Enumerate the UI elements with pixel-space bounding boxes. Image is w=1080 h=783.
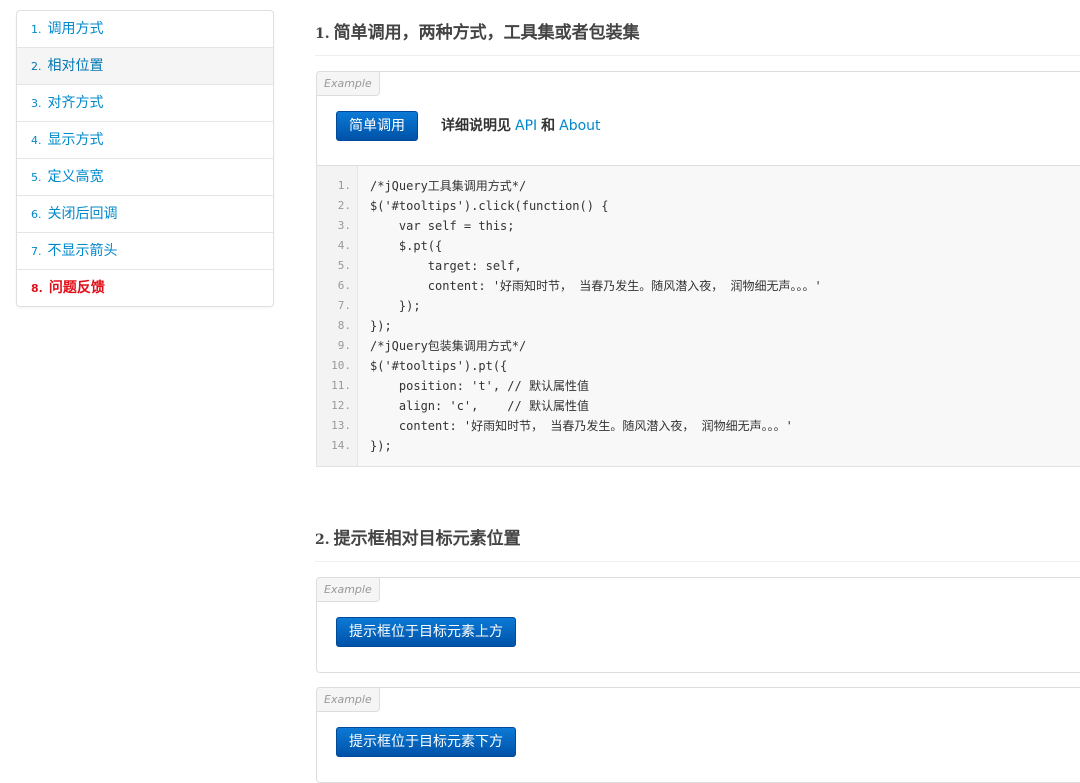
example-tag: Example [316, 687, 380, 712]
line-number: 9. [337, 339, 351, 352]
code-text: var self = this; [370, 219, 515, 233]
example-tag: Example [316, 577, 380, 602]
example-box-position-bottom: Example 提示框位于目标元素下方 [316, 687, 1080, 783]
sidebar-item-no-arrow[interactable]: 7. 不显示箭头 [17, 233, 273, 270]
section-title-text: 提示框相对目标元素位置 [333, 529, 521, 549]
section-num: 2. [315, 532, 330, 548]
tooltip-top-button[interactable]: 提示框位于目标元素上方 [336, 617, 516, 647]
sidebar-item-call-method[interactable]: 1. 调用方式 [17, 11, 273, 48]
sidebar-item-label: 相对位置 [47, 58, 104, 74]
sidebar-item-label: 调用方式 [47, 21, 104, 37]
line-number: 12. [331, 399, 351, 412]
line-number: 13. [331, 419, 351, 432]
code-text: $('#tooltips').click(function() { [370, 199, 609, 213]
code-text: }); [370, 319, 392, 333]
sidebar-item-label: 对齐方式 [47, 95, 104, 111]
code-text: }); [370, 299, 421, 313]
example-tag: Example [316, 71, 380, 96]
sidebar-item-num: 4. [31, 134, 42, 147]
code-block: 1. /*jQuery工具集调用方式*/ 2. $('#tooltips').clic… [316, 165, 1080, 467]
simple-call-button[interactable]: 简单调用 [336, 111, 418, 141]
description: 详细说明见 API 和 About [441, 115, 605, 135]
code-text: position: 't', // 默认属性值 [370, 379, 589, 393]
line-number: 3. [337, 219, 351, 232]
line-number: 10. [331, 359, 351, 372]
description-and: 和 [541, 118, 556, 134]
code-text: content: '好雨知时节， 当春乃发生。随风潜入夜， 润物细无声。。。' [370, 279, 822, 293]
sidebar-item-feedback[interactable]: 8. 问题反馈 [17, 270, 273, 306]
line-number: 5. [337, 259, 351, 272]
description-prefix: 详细说明见 [441, 118, 511, 134]
code-text: $('#tooltips').pt({ [370, 359, 508, 373]
sidebar-item-label: 显示方式 [47, 132, 104, 148]
line-number: 8. [337, 319, 351, 332]
section-title-text: 简单调用，两种方式，工具集或者包装集 [333, 23, 640, 43]
sidebar-item-num: 5. [31, 171, 42, 184]
sidebar-item-size[interactable]: 5. 定义高宽 [17, 159, 273, 196]
section-title-call-method: 1. 简单调用，两种方式，工具集或者包装集 [315, 18, 1080, 56]
sidebar-item-num: 6. [31, 208, 42, 221]
code-text: content: '好雨知时节， 当春乃发生。随风潜入夜， 润物细无声。。。' [370, 419, 793, 433]
sidebar-item-num: 7. [31, 245, 42, 258]
sidebar-item-num: 2. [31, 60, 42, 73]
sidebar-item-num: 1. [31, 23, 42, 36]
example-box-position-top: Example 提示框位于目标元素上方 [316, 577, 1080, 673]
section-title-relative-position: 2. 提示框相对目标元素位置 [315, 524, 1080, 562]
line-number: 11. [331, 379, 351, 392]
sidebar-item-num: 8. [31, 282, 43, 295]
about-link[interactable]: About [559, 118, 600, 134]
sidebar-item-label: 问题反馈 [48, 280, 105, 296]
sidebar-item-display-mode[interactable]: 4. 显示方式 [17, 122, 273, 159]
line-number: 1. [337, 179, 351, 192]
sidebar-item-label: 不显示箭头 [47, 243, 118, 259]
tooltip-bottom-button[interactable]: 提示框位于目标元素下方 [336, 727, 516, 757]
sidebar-item-close-callback[interactable]: 6. 关闭后回调 [17, 196, 273, 233]
code-text: /*jQuery工具集调用方式*/ [370, 179, 527, 193]
sidebar-item-label: 关闭后回调 [47, 206, 118, 222]
line-number: 6. [337, 279, 351, 292]
section-num: 1. [315, 26, 330, 42]
line-number: 2. [337, 199, 351, 212]
sidebar-item-relative-position[interactable]: 2. 相对位置 [17, 48, 273, 85]
code-text: target: self, [370, 259, 522, 273]
sidebar-nav: 1. 调用方式 2. 相对位置 3. 对齐方式 4. 显示方式 5. 定义高宽 6. 关闭后… [16, 10, 274, 307]
code-text: $.pt({ [370, 239, 443, 253]
sidebar-item-label: 定义高宽 [47, 169, 104, 185]
code-text: align: 'c', // 默认属性值 [370, 399, 589, 413]
example-box-simple-call: Example 简单调用 详细说明见 API 和 About [316, 71, 1080, 167]
code-text: /*jQuery包装集调用方式*/ [370, 339, 527, 353]
sidebar-item-alignment[interactable]: 3. 对齐方式 [17, 85, 273, 122]
code-text: }); [370, 439, 392, 453]
sidebar-item-num: 3. [31, 97, 42, 110]
api-link[interactable]: API [515, 118, 537, 134]
line-number: 7. [337, 299, 351, 312]
line-number: 14. [331, 439, 351, 452]
line-number: 4. [337, 239, 351, 252]
